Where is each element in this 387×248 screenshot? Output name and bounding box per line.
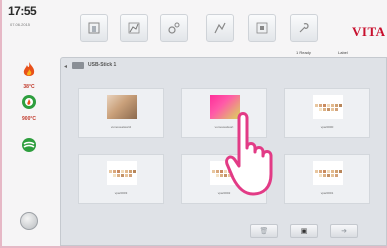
color-swatch xyxy=(322,173,326,177)
bottom-toolbar: 🗑 ▣ ➜ xyxy=(250,224,380,242)
color-swatch xyxy=(219,173,223,177)
flame-icon xyxy=(23,62,35,76)
color-swatch xyxy=(334,107,338,111)
color-swatch xyxy=(314,103,318,107)
file-tile[interactable]: vpar0001 xyxy=(284,154,370,204)
file-tile[interactable]: vpar0000 xyxy=(284,88,370,138)
breadcrumb-label: USB-Stick 1 xyxy=(88,62,117,68)
service-icon xyxy=(299,23,309,33)
service-button[interactable] xyxy=(290,14,318,42)
sidebar: 17:55 07.06.2015 38°C 900°C xyxy=(4,0,50,246)
file-name: vpar0003 xyxy=(114,191,128,195)
color-swatch xyxy=(322,103,326,107)
color-swatch xyxy=(120,173,124,177)
media-icon xyxy=(256,22,268,34)
file-tile[interactable]: vpar0003 xyxy=(78,154,164,204)
color-swatch xyxy=(338,103,342,107)
color-swatch xyxy=(112,173,116,177)
next-button[interactable]: ➜ xyxy=(330,224,358,238)
color-swatch xyxy=(318,173,322,177)
firing-chart-button[interactable] xyxy=(120,14,148,42)
color-swatch xyxy=(215,173,219,177)
file-name: vpar0001 xyxy=(320,191,334,195)
color-swatch xyxy=(326,169,330,173)
status-label: Label xyxy=(338,50,348,55)
color-swatch xyxy=(334,173,338,177)
top-toolbar: VITA xyxy=(68,6,387,46)
color-swatch xyxy=(338,169,342,173)
color-swatch xyxy=(330,103,334,107)
vacuum-icon xyxy=(22,138,36,152)
color-swatch xyxy=(334,103,338,107)
color-swatch xyxy=(116,173,120,177)
back-arrow-icon[interactable]: ◂ xyxy=(64,63,67,70)
color-swatch xyxy=(124,169,128,173)
clock-date: 07.06.2015 xyxy=(10,22,31,27)
program-icon xyxy=(88,22,100,34)
file-name: vpar0000 xyxy=(320,125,334,129)
sidebar-item-vacuum[interactable] xyxy=(18,137,40,158)
file-name: vumoveatwort2 xyxy=(110,125,132,129)
color-swatch xyxy=(124,173,128,177)
color-swatch xyxy=(322,169,326,173)
breadcrumb: ◂ USB-Stick 1 xyxy=(60,59,387,73)
color-swatch xyxy=(132,169,136,173)
status-ready: 1 Ready xyxy=(296,50,311,55)
info-button[interactable] xyxy=(20,212,38,230)
settings-button[interactable] xyxy=(160,14,188,42)
color-swatch xyxy=(322,107,326,111)
trash-icon: 🗑 xyxy=(259,228,269,235)
settings-icon xyxy=(168,22,180,34)
color-swatch xyxy=(108,169,112,173)
sidebar-item-heating[interactable]: 38°C xyxy=(18,62,40,90)
program-button[interactable] xyxy=(80,14,108,42)
color-swatch xyxy=(334,169,338,173)
sidebar-item-furnace[interactable]: 900°C xyxy=(18,94,40,122)
color-swatch xyxy=(219,169,223,173)
brand-logo: VITA xyxy=(352,24,386,39)
file-tile[interactable]: vumoveatwort2 xyxy=(78,88,164,138)
color-swatch xyxy=(326,103,330,107)
camera-icon: ▣ xyxy=(300,228,308,235)
color-swatch xyxy=(326,173,330,177)
color-swatch xyxy=(330,173,334,177)
media-button[interactable] xyxy=(248,14,276,42)
color-swatch xyxy=(211,169,215,173)
file-thumbnail xyxy=(107,161,137,185)
file-thumbnail xyxy=(107,95,137,119)
file-thumbnail xyxy=(313,95,343,119)
arrow-right-icon: ➜ xyxy=(341,228,347,235)
color-swatch xyxy=(128,173,132,177)
color-swatch xyxy=(318,107,322,111)
heating-temp: 38°C xyxy=(23,84,35,90)
color-swatch xyxy=(314,169,318,173)
color-swatch xyxy=(318,169,322,173)
color-swatch xyxy=(215,169,219,173)
calibrate-icon xyxy=(214,22,226,34)
color-swatch xyxy=(330,107,334,111)
usb-drive-icon xyxy=(72,62,84,69)
color-swatch xyxy=(128,169,132,173)
color-swatch xyxy=(120,169,124,173)
clock-time: 17:55 xyxy=(8,4,37,18)
touch-hand-icon xyxy=(225,112,273,196)
color-swatch xyxy=(318,103,322,107)
firing-chart-icon xyxy=(128,22,140,34)
color-swatch xyxy=(112,169,116,173)
view-button[interactable]: ▣ xyxy=(290,224,318,238)
color-swatch xyxy=(116,169,120,173)
file-thumbnail xyxy=(313,161,343,185)
calibrate-button[interactable] xyxy=(206,14,234,42)
furnace-icon xyxy=(22,95,36,109)
furnace-temp: 900°C xyxy=(22,116,36,122)
delete-button[interactable]: 🗑 xyxy=(250,224,278,238)
color-swatch xyxy=(330,169,334,173)
file-grid: vumoveatwort2 vumoveatwort vpar0000 vpar… xyxy=(66,80,382,208)
color-swatch xyxy=(326,107,330,111)
